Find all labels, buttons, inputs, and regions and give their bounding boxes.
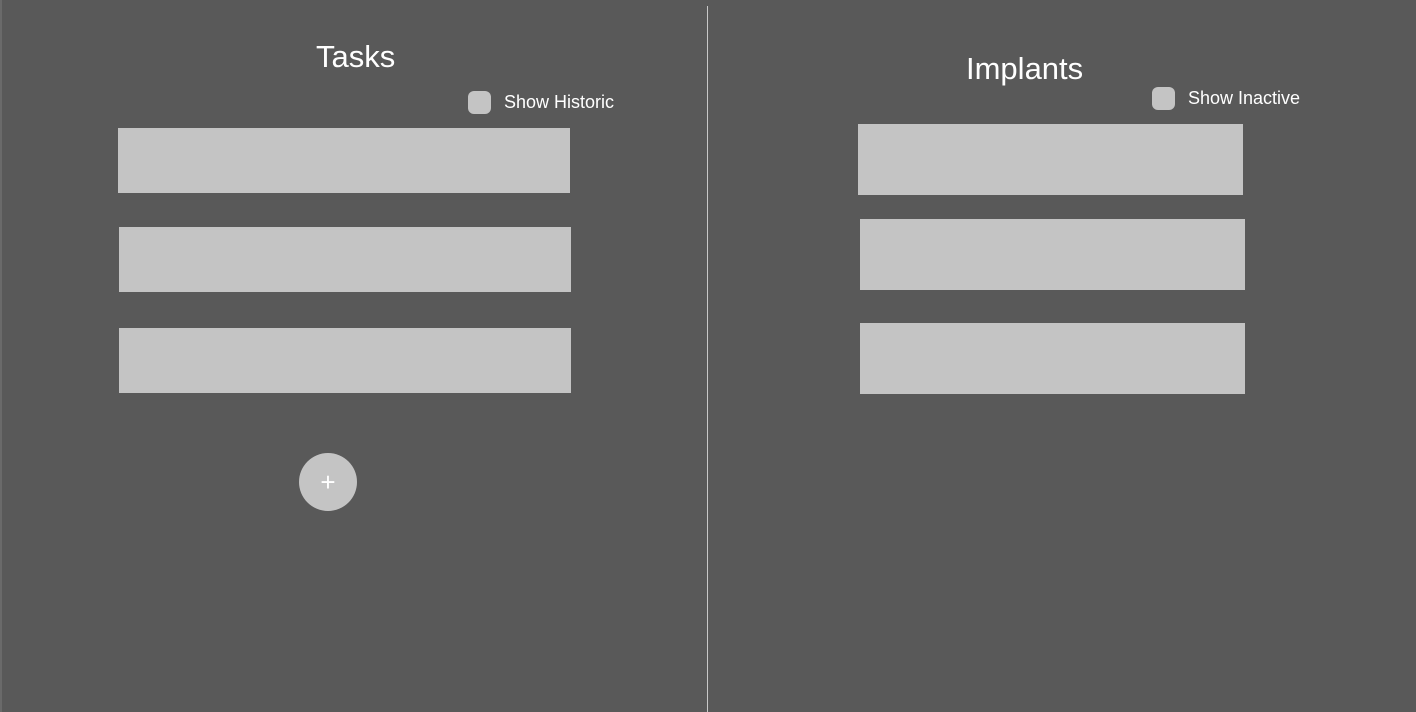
add-task-button[interactable]: + [299,453,357,511]
implants-title: Implants [966,51,1084,86]
implant-item-3[interactable] [860,323,1245,394]
implant-item-2[interactable] [860,219,1245,290]
task-item-3[interactable] [119,328,571,393]
task-item-2[interactable] [119,227,571,292]
tasks-title: Tasks [316,39,396,74]
panel-divider [707,6,708,712]
show-historic-label: Show Historic [504,92,615,112]
show-inactive-toggle[interactable]: Show Inactive [1152,87,1300,110]
show-inactive-label: Show Inactive [1188,88,1301,108]
window-edge [0,0,2,712]
show-inactive-checkbox[interactable] [1152,87,1175,110]
plus-icon: + [320,467,336,497]
task-item-1[interactable] [118,128,570,193]
implant-item-1[interactable] [858,124,1243,195]
screen: Tasks Show Historic + Implants Show Inac… [0,0,1416,712]
show-historic-toggle[interactable]: Show Historic [468,91,614,114]
show-historic-checkbox[interactable] [468,91,491,114]
